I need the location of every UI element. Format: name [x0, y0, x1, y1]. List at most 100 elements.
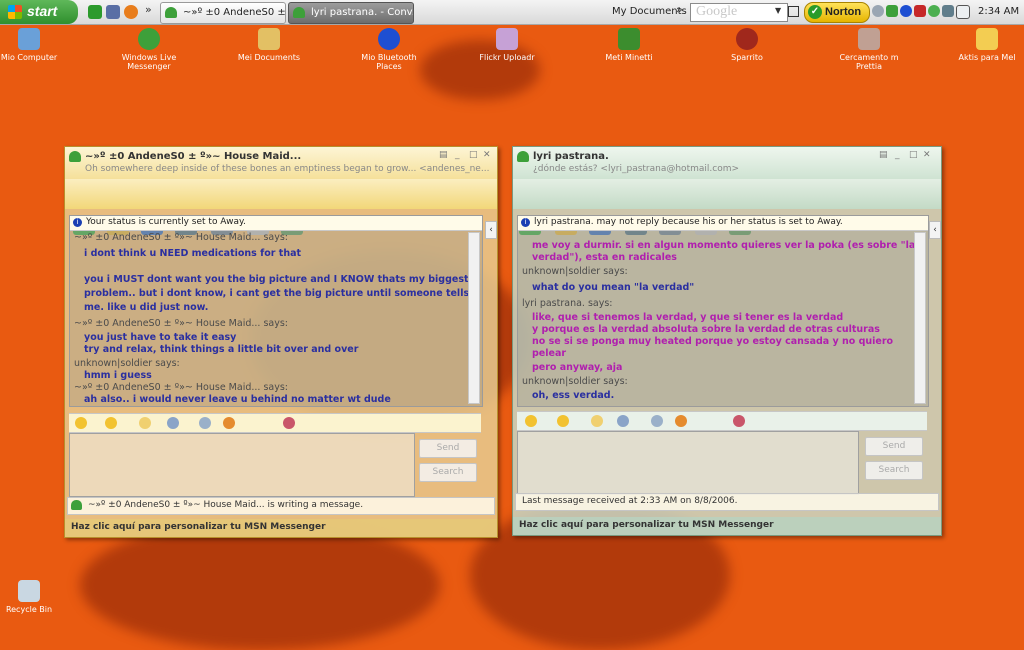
messenger-icon	[69, 151, 81, 162]
message-input[interactable]	[517, 431, 859, 495]
maximize-icon[interactable]: □	[469, 150, 478, 160]
desktop-icon-label: Cercamento m Prettia	[839, 53, 899, 71]
start-button[interactable]: start	[0, 0, 78, 24]
desktop-icon-mixes[interactable]: Meti Minetti	[594, 28, 664, 62]
nudge-icon[interactable]	[591, 415, 603, 427]
minimize-icon[interactable]: _	[895, 150, 900, 160]
nudge-icon[interactable]	[139, 417, 151, 429]
tray-messenger-icon[interactable]	[886, 5, 898, 17]
message-line: y porque es la verdad absoluta sobre la …	[532, 324, 880, 335]
wink-icon[interactable]	[105, 417, 117, 429]
info-icon: i	[521, 218, 530, 227]
sender-line: ~»º ±0 AndeneS0 ± º»~ House Maid... says…	[74, 382, 288, 393]
quicklaunch-messenger-icon[interactable]	[88, 5, 102, 19]
voice-clip-icon[interactable]	[167, 417, 179, 429]
send-button[interactable]: Send	[865, 437, 923, 456]
voice-clip-icon[interactable]	[617, 415, 629, 427]
toolbar-chevron-icon[interactable]: »	[676, 3, 683, 16]
desktop-icon-label: Mio Computer	[0, 53, 58, 62]
history-scrollbar[interactable]	[468, 232, 480, 404]
conversation-history: i lyri pastrana. may not reply because h…	[517, 215, 929, 407]
taskbar-task-lyri[interactable]: lyri pastrana. - Conv...	[288, 2, 414, 24]
options-icon[interactable]: ▤	[439, 150, 448, 160]
contact-personal-message: Oh somewhere deep inside of these bones …	[85, 164, 490, 174]
info-icon: i	[73, 218, 82, 227]
desktop-icon-messenger[interactable]: Windows Live Messenger	[114, 28, 184, 71]
computer-icon	[18, 28, 40, 50]
task-label: lyri pastrana. - Conv...	[311, 7, 414, 18]
bluetooth-icon	[378, 28, 400, 50]
personalize-footer[interactable]: Haz clic aquí para personalizar tu MSN M…	[65, 519, 497, 537]
emoticon-icon[interactable]	[75, 417, 87, 429]
desktop-icon-flickr[interactable]: Flickr Uploadr	[472, 28, 542, 62]
send-button[interactable]: Send	[419, 439, 477, 458]
desktop-icon-my-computer[interactable]: Mio Computer	[0, 28, 64, 62]
desktop-icon-documents[interactable]: Mei Documents	[234, 28, 304, 62]
expand-panel-arrow[interactable]: ‹	[485, 221, 497, 239]
google-search-input[interactable]: Google	[690, 3, 788, 22]
desktop-icon-label: Sparrito	[731, 53, 763, 62]
app-icon	[736, 28, 758, 50]
background-icon[interactable]	[223, 417, 235, 429]
windows-logo-icon	[8, 5, 22, 19]
quicklaunch-chevron-icon[interactable]: »	[145, 3, 152, 16]
quicklaunch-phone-icon[interactable]	[106, 5, 120, 19]
emoticon-icon[interactable]	[525, 415, 537, 427]
music-icon	[618, 28, 640, 50]
desktop-icon-label: Mei Documents	[237, 53, 301, 62]
message-line: like, que si tenemos la verdad, y que si…	[532, 312, 844, 323]
search-tool-icon	[858, 28, 880, 50]
tray-mail-icon[interactable]	[956, 5, 970, 19]
chat-window-lyri: lyri pastrana. ¿dónde estás? <lyri_pastr…	[512, 146, 942, 536]
options-icon[interactable]: ▤	[879, 150, 888, 160]
quicklaunch-firefox-icon[interactable]	[124, 5, 138, 19]
search-button[interactable]: Search	[419, 463, 477, 482]
wink-icon[interactable]	[557, 415, 569, 427]
message-line: you just have to take it easy	[84, 332, 237, 343]
desktop-icon-folder[interactable]: Aktis para Mel	[952, 28, 1022, 62]
messenger-icon	[293, 7, 305, 18]
font-icon[interactable]	[651, 415, 663, 427]
message-line: hmm i guess	[84, 370, 152, 381]
minimize-icon[interactable]: _	[455, 150, 460, 160]
personalize-footer[interactable]: Haz clic aquí para personalizar tu MSN M…	[513, 517, 941, 535]
message-line: pelear	[532, 348, 567, 359]
tray-bluetooth-icon[interactable]	[900, 5, 912, 17]
recycle-bin-icon	[18, 580, 40, 602]
tray-antivirus-icon[interactable]	[914, 5, 926, 17]
contact-personal-message: ¿dónde estás? <lyri_pastrana@hotmail.com…	[533, 164, 740, 174]
messenger-icon	[71, 500, 82, 510]
window-title: ~»º ±0 AndeneS0 ± º»~ House Maid...	[85, 151, 302, 162]
typing-status-bar: ~»º ±0 AndeneS0 ± º»~ House Maid... is w…	[67, 497, 495, 515]
last-message-status-bar: Last message received at 2:33 AM on 8/8/…	[515, 493, 939, 511]
close-icon[interactable]: ✕	[923, 150, 931, 160]
font-icon[interactable]	[199, 417, 211, 429]
tray-back-icon[interactable]	[872, 5, 884, 17]
close-icon[interactable]: ✕	[483, 150, 491, 160]
gift-icon[interactable]	[733, 415, 745, 427]
tray-network-icon[interactable]	[942, 5, 954, 17]
tray-chrome-icon[interactable]	[928, 5, 940, 17]
dropdown-arrow-icon[interactable]: ▼	[775, 6, 781, 15]
taskbar-task-andenes[interactable]: ~»º ±0 AndeneS0 ± ~...	[160, 2, 286, 24]
desktop-icon-bluetooth[interactable]: Mio Bluetooth Places	[354, 28, 424, 71]
restore-icon[interactable]	[788, 6, 799, 17]
history-scrollbar[interactable]	[914, 232, 926, 404]
message-line: verdad"), esta en radicales	[532, 252, 677, 263]
sender-line: unknown|soldier says:	[522, 266, 628, 277]
expand-panel-arrow[interactable]: ‹	[929, 221, 941, 239]
message-line: me. like u did just now.	[84, 302, 209, 313]
desktop-icon-sparrito[interactable]: Sparrito	[712, 28, 782, 62]
conversation-toolbar	[513, 179, 941, 235]
search-button[interactable]: Search	[865, 461, 923, 480]
messenger-icon	[517, 151, 529, 162]
desktop-icon-search[interactable]: Cercamento m Prettia	[834, 28, 904, 71]
desktop-icon-label: Meti Minetti	[605, 53, 653, 62]
message-line: you i MUST dont want you the big picture…	[84, 274, 469, 285]
desktop-icon-recycle-bin[interactable]: Recycle Bin	[0, 580, 64, 614]
background-icon[interactable]	[675, 415, 687, 427]
maximize-icon[interactable]: □	[909, 150, 918, 160]
message-input[interactable]	[69, 433, 415, 497]
gift-icon[interactable]	[283, 417, 295, 429]
norton-button[interactable]: ✓ Norton	[804, 2, 870, 23]
